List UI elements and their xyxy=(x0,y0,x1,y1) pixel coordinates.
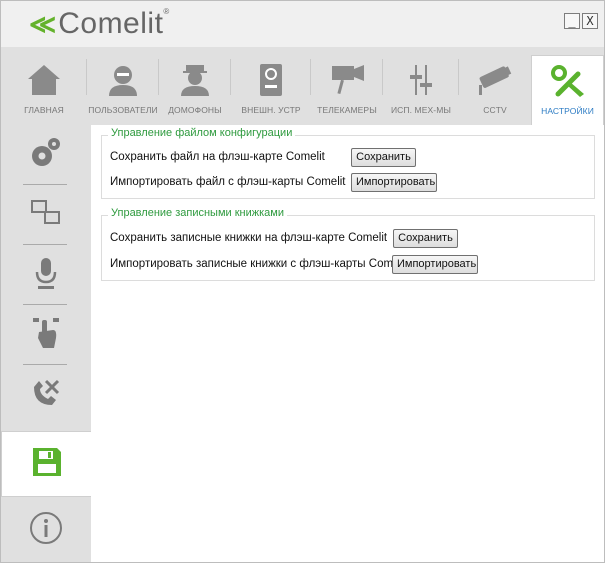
microphone-icon xyxy=(34,256,58,294)
sidebar-item-touch[interactable] xyxy=(1,305,91,365)
sidebar-item-general-settings[interactable] xyxy=(1,125,91,185)
sidebar-item-save[interactable] xyxy=(1,431,91,497)
save-addressbooks-label: Сохранить записные книжки на флэш-карте … xyxy=(110,232,388,244)
close-button[interactable]: X xyxy=(582,13,598,29)
tab-label: ДОМОФОНЫ xyxy=(168,105,222,115)
tab-label: ТЕЛЕКАМЕРЫ xyxy=(317,105,377,115)
minimize-button[interactable]: _ xyxy=(564,13,580,29)
tab-label: ВНЕШН. УСТР xyxy=(241,105,301,115)
sidebar-item-audio[interactable] xyxy=(1,245,91,305)
sidebar-item-network[interactable] xyxy=(1,185,91,245)
sidebar xyxy=(1,125,91,562)
tab-users[interactable]: ПОЛЬЗОВАТЕЛИ xyxy=(87,55,159,125)
import-config-label: Импортировать файл с флэш-карты Comelit xyxy=(110,176,346,188)
computers-icon xyxy=(29,198,63,232)
save-icon xyxy=(31,446,63,482)
comelit-logo: ≪ Comelit® xyxy=(29,7,170,41)
tools-icon xyxy=(550,64,586,102)
sidebar-item-info[interactable] xyxy=(1,497,91,562)
sidebar-item-phone-settings[interactable] xyxy=(1,365,91,425)
tab-cameras[interactable]: ТЕЛЕКАМЕРЫ xyxy=(311,55,383,125)
import-addressbooks-label: Импортировать записные книжки с флэш-кар… xyxy=(110,258,408,270)
window-controls: _ X xyxy=(564,13,598,29)
import-addressbooks-button[interactable]: Импортировать xyxy=(392,255,478,274)
group-title: Управление записными книжками xyxy=(108,207,287,219)
save-addressbooks-button[interactable]: Сохранить xyxy=(393,229,458,248)
import-config-button[interactable]: Импортировать xyxy=(351,173,437,192)
touch-icon xyxy=(31,316,61,354)
tab-external-devices[interactable]: ВНЕШН. УСТР xyxy=(231,55,311,125)
tab-label: ГЛАВНАЯ xyxy=(24,105,64,115)
intercom-panel-icon xyxy=(258,63,284,101)
gears-icon xyxy=(29,136,63,174)
tab-home[interactable]: ГЛАВНАЯ xyxy=(1,55,87,125)
tab-doorman[interactable]: ДОМОФОНЫ xyxy=(159,55,231,125)
group-title: Управление файлом конфигурации xyxy=(108,127,296,139)
config-file-group: Управление файлом конфигурации Сохранить… xyxy=(101,127,595,199)
cctv-icon xyxy=(475,63,515,101)
address-book-group: Управление записными книжками Сохранить … xyxy=(101,207,595,281)
save-config-label: Сохранить файл на флэш-карте Comelit xyxy=(110,151,325,163)
camera-icon xyxy=(328,63,366,101)
info-icon xyxy=(29,511,63,549)
user-icon xyxy=(106,63,140,101)
phone-tools-icon xyxy=(30,377,62,413)
title-bar: ≪ Comelit® _ X xyxy=(1,1,604,45)
logo-text: Comelit xyxy=(58,7,164,40)
actuator-sliders-icon xyxy=(406,63,436,101)
home-icon xyxy=(26,63,62,101)
save-config-button[interactable]: Сохранить xyxy=(351,148,416,167)
tab-settings[interactable]: НАСТРОЙКИ xyxy=(531,55,604,125)
tab-label: НАСТРОЙКИ xyxy=(541,106,594,116)
tab-cctv[interactable]: CCTV xyxy=(459,55,531,125)
app-window: ≪ Comelit® _ X ГЛАВНАЯ ПОЛЬЗОВАТЕЛИ ДОМО… xyxy=(0,0,605,563)
tab-label: ПОЛЬЗОВАТЕЛИ xyxy=(88,105,158,115)
settings-content-panel: Управление файлом конфигурации Сохранить… xyxy=(91,125,604,562)
tab-actuators[interactable]: ИСП. МЕХ-МЫ xyxy=(383,55,459,125)
doorman-icon xyxy=(178,63,212,101)
tab-label: ИСП. МЕХ-МЫ xyxy=(390,105,452,115)
top-tab-bar: ГЛАВНАЯ ПОЛЬЗОВАТЕЛИ ДОМОФОНЫ ВНЕШН. УСТ… xyxy=(1,47,604,125)
tab-label: CCTV xyxy=(483,105,507,115)
logo-registered: ® xyxy=(163,7,170,16)
logo-mark: ≪ xyxy=(29,9,56,39)
